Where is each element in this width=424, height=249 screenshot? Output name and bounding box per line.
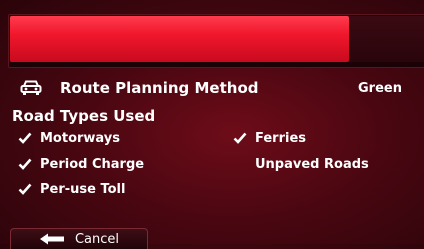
check-icon (18, 183, 32, 195)
option-label: Unpaved Roads (255, 156, 369, 172)
car-icon (20, 80, 42, 95)
check-icon (18, 158, 32, 170)
option-motorways[interactable]: Motorways (18, 129, 120, 147)
option-ferries[interactable]: Ferries (233, 129, 306, 147)
option-label: Per-use Toll (40, 181, 126, 197)
route-planning-method-label: Route Planning Method (60, 79, 259, 97)
cancel-label: Cancel (74, 231, 120, 247)
option-label: Motorways (40, 130, 121, 146)
cancel-button[interactable]: Cancel (10, 228, 148, 249)
option-per-use-toll[interactable]: Per-use Toll (18, 180, 125, 198)
option-period-charge[interactable]: Period Charge (18, 155, 144, 173)
option-unpaved-roads[interactable]: Unpaved Roads (255, 155, 369, 173)
back-arrow-icon (39, 233, 64, 245)
road-types-heading: Road Types Used (12, 107, 156, 125)
route-planning-method-row[interactable]: Route Planning Method Green (20, 77, 410, 99)
progress-bar (10, 16, 424, 62)
option-label: Period Charge (40, 156, 145, 172)
check-icon (233, 132, 247, 144)
option-label: Ferries (255, 130, 307, 146)
route-planning-method-value: Green (358, 80, 402, 96)
check-icon (18, 132, 32, 144)
progress-bar-fill (10, 16, 350, 62)
